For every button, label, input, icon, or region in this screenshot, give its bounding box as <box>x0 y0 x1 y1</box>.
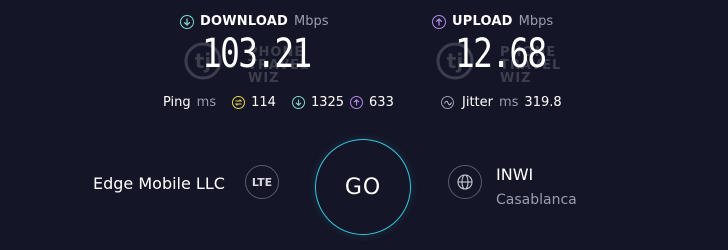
upload-header: UPLOAD Mbps <box>432 14 553 29</box>
server-location[interactable]: Casablanca <box>496 192 577 208</box>
download-header: DOWNLOAD Mbps <box>180 14 329 29</box>
ping-label: Ping <box>163 95 191 110</box>
download-unit: Mbps <box>294 14 329 29</box>
ping-up-value: 633 <box>369 95 394 110</box>
jitter-row: Jitter ms 319.8 <box>441 95 562 110</box>
connection-type-label: LTE <box>251 175 273 189</box>
arrow-down-circle-icon <box>291 96 305 109</box>
globe-icon <box>457 174 473 190</box>
jitter-label: Jitter <box>462 95 493 110</box>
jitter-unit: ms <box>498 95 519 110</box>
download-value: 103.21 <box>202 31 312 77</box>
go-button[interactable]: GO <box>315 139 411 235</box>
jitter-value: 319.8 <box>524 95 562 110</box>
arrow-down-circle-icon <box>180 14 194 29</box>
upload-value: 12.68 <box>455 31 547 77</box>
jitter-wave-icon <box>441 96 454 109</box>
ping-unit: ms <box>196 95 217 110</box>
ping-idle-icon <box>232 96 246 109</box>
ping-row: Ping ms 114 1325 633 <box>163 95 394 110</box>
arrow-up-circle-icon <box>350 96 364 109</box>
ping-idle-value: 114 <box>251 95 276 110</box>
ping-down-value: 1325 <box>310 95 345 110</box>
provider-name: Edge Mobile LLC <box>93 174 225 193</box>
server-name[interactable]: INWI <box>496 165 533 184</box>
connection-type-badge: LTE <box>245 165 279 199</box>
download-label: DOWNLOAD <box>200 14 289 29</box>
upload-label: UPLOAD <box>452 14 513 29</box>
arrow-up-circle-icon <box>432 14 446 29</box>
go-button-label: GO <box>344 174 382 200</box>
upload-unit: Mbps <box>518 14 554 29</box>
server-badge[interactable] <box>448 165 482 199</box>
